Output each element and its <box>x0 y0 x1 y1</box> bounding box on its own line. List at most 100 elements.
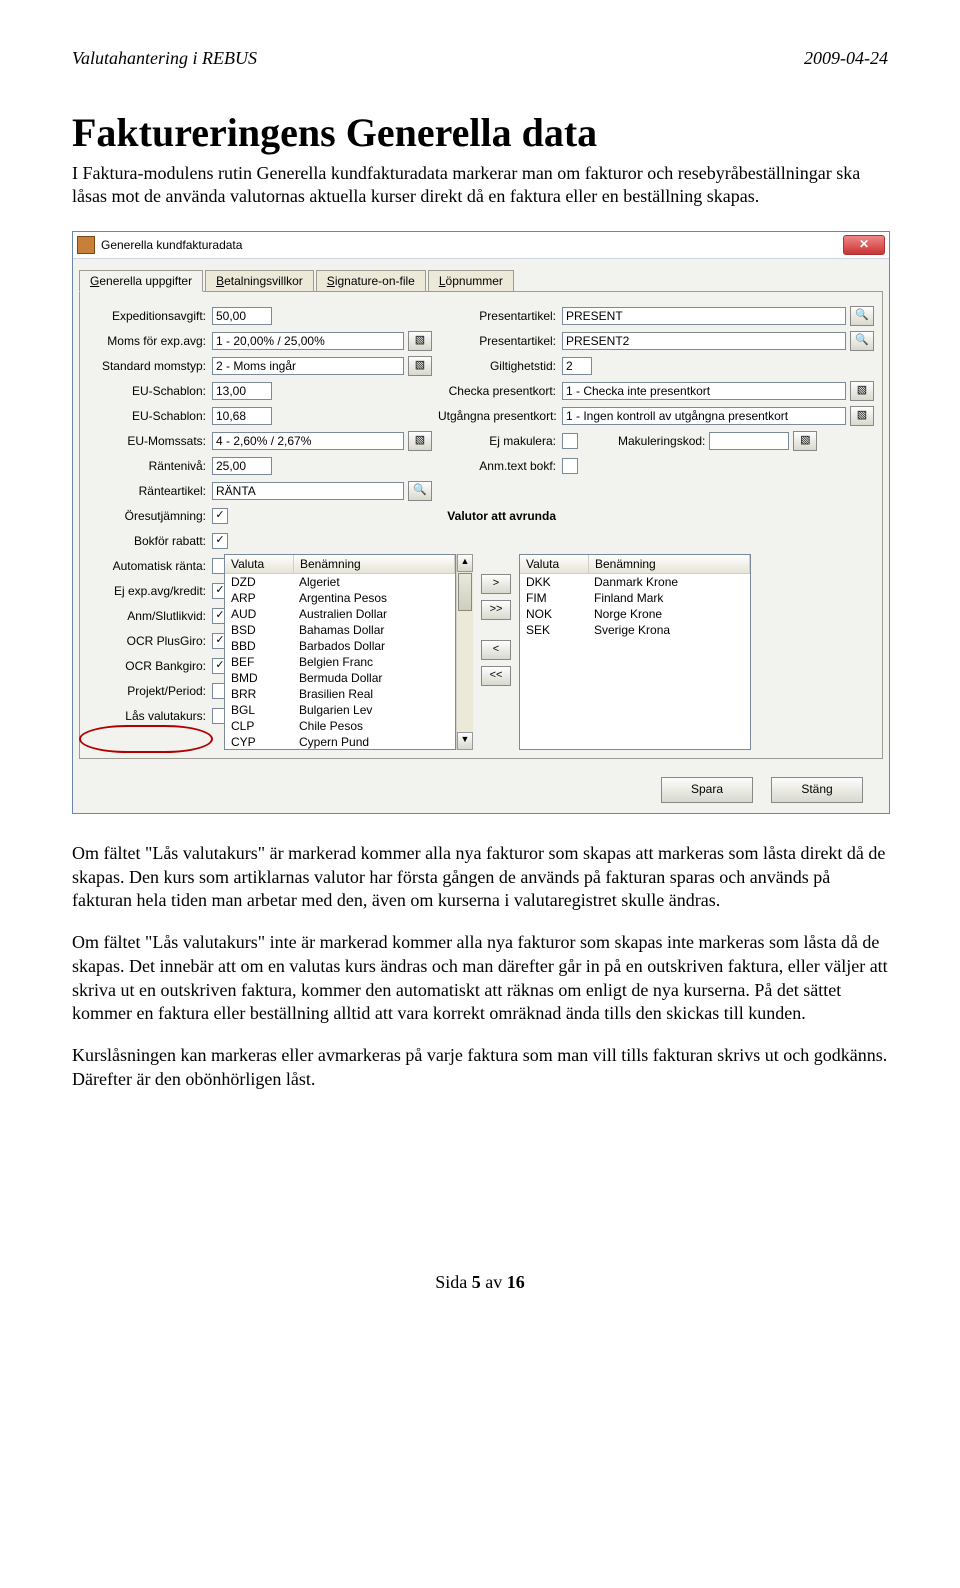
lbl-eu-momssats: EU-Momssats: <box>88 431 206 451</box>
expeditionsavgift-field[interactable] <box>212 307 272 325</box>
lbl-eu-schablon-2: EU-Schablon: <box>88 406 206 426</box>
tab-signature[interactable]: Signature-on-file <box>316 270 426 292</box>
dropdown-icon[interactable]: ▧ <box>850 406 874 426</box>
list-item[interactable]: BRRBrasilien Real <box>225 686 455 702</box>
lbl-makuleringskod: Makuleringskod: <box>618 434 705 448</box>
eu-schablon-2-field[interactable] <box>212 407 272 425</box>
presentartikel-2-field[interactable] <box>562 332 846 350</box>
search-icon[interactable]: 🔍 <box>408 481 432 501</box>
app-icon <box>77 236 95 254</box>
move-all-left-button[interactable]: << <box>481 666 511 686</box>
dropdown-icon[interactable]: ▧ <box>408 356 432 376</box>
move-all-right-button[interactable]: >> <box>481 600 511 620</box>
ranteartikel-field[interactable] <box>212 482 404 500</box>
tab-generella[interactable]: Generella uppgifter <box>79 270 203 292</box>
ej-makulera-checkbox[interactable] <box>562 433 578 449</box>
move-left-button[interactable]: < <box>481 640 511 660</box>
dropdown-icon[interactable]: ▧ <box>408 431 432 451</box>
eu-momssats-field[interactable] <box>212 432 404 450</box>
lbl-utgangna-presentkort: Utgångna presentkort: <box>438 406 556 426</box>
scroll-up-icon[interactable]: ▲ <box>457 554 473 572</box>
anm-text-bokf-checkbox[interactable] <box>562 458 578 474</box>
body-paragraph-1: Om fältet "Lås valutakurs" är markerad k… <box>72 842 888 913</box>
window: Generella kundfakturadata ✕ Generella up… <box>72 231 890 814</box>
close-icon[interactable]: ✕ <box>843 235 885 255</box>
list-item[interactable]: BEFBelgien Franc <box>225 654 455 670</box>
lbl-bokfor-rabatt: Bokför rabatt: <box>88 531 206 551</box>
bokfor-rabatt-checkbox[interactable] <box>212 533 228 549</box>
window-title: Generella kundfakturadata <box>101 238 843 252</box>
lbl-ocr-plusgiro: OCR PlusGiro: <box>88 631 206 651</box>
makuleringskod-field[interactable] <box>709 432 789 450</box>
doc-header-left: Valutahantering i REBUS <box>72 48 257 69</box>
lbl-moms-expavg: Moms för exp.avg: <box>88 331 206 351</box>
presentartikel-1-field[interactable] <box>562 307 846 325</box>
list-item[interactable]: DZDAlgeriet <box>225 574 455 590</box>
lbl-projekt-period: Projekt/Period: <box>88 681 206 701</box>
scroll-thumb[interactable] <box>458 573 472 611</box>
lbl-expeditionsavgift: Expeditionsavgift: <box>88 306 206 326</box>
scroll-down-icon[interactable]: ▼ <box>457 732 473 750</box>
moms-expavg-field[interactable] <box>212 332 404 350</box>
page-title: Faktureringens Generella data <box>72 109 888 156</box>
move-right-button[interactable]: > <box>481 574 511 594</box>
save-button[interactable]: Spara <box>661 777 753 803</box>
list-item[interactable]: AUDAustralien Dollar <box>225 606 455 622</box>
dropdown-icon[interactable]: ▧ <box>408 331 432 351</box>
highlight-circle-icon <box>79 725 213 753</box>
body-paragraph-3: Kurslåsningen kan markeras eller avmarke… <box>72 1044 888 1092</box>
list-item[interactable]: ARPArgentina Pesos <box>225 590 455 606</box>
tab-lopnummer[interactable]: Löpnummer <box>428 270 514 292</box>
tab-betalningsvillkor[interactable]: Betalningsvillkor <box>205 270 314 292</box>
lbl-las-valutakurs: Lås valutakurs: <box>88 706 206 726</box>
standard-momstyp-field[interactable] <box>212 357 404 375</box>
close-button[interactable]: Stäng <box>771 777 863 803</box>
lbl-ranteniva: Räntenivå: <box>88 456 206 476</box>
list-item[interactable]: CYPCypern Pund <box>225 734 455 750</box>
list-item[interactable]: SEKSverige Krona <box>520 622 750 638</box>
dropdown-icon[interactable]: ▧ <box>850 381 874 401</box>
giltighetstid-field[interactable] <box>562 357 592 375</box>
scrollbar[interactable]: ▲ ▼ <box>456 554 473 750</box>
list-item[interactable]: BBDBarbados Dollar <box>225 638 455 654</box>
lbl-presentartikel-1: Presentartikel: <box>438 306 556 326</box>
lbl-eu-schablon-1: EU-Schablon: <box>88 381 206 401</box>
col-benamning: Benämning <box>589 555 750 574</box>
eu-schablon-1-field[interactable] <box>212 382 272 400</box>
ranteniva-field[interactable] <box>212 457 272 475</box>
lbl-ranteartikel: Ränteartikel: <box>88 481 206 501</box>
page-footer: Sida 5 av 16 <box>72 1272 888 1293</box>
lbl-ej-expavg-kredit: Ej exp.avg/kredit: <box>88 581 206 601</box>
list-item[interactable]: NOKNorge Krone <box>520 606 750 622</box>
search-icon[interactable]: 🔍 <box>850 331 874 351</box>
tab-panel: Expeditionsavgift: Moms för exp.avg: Sta… <box>79 291 883 759</box>
list-item[interactable]: BSDBahamas Dollar <box>225 622 455 638</box>
lbl-oresutjamning: Öresutjämning: <box>88 506 206 526</box>
col-valuta: Valuta <box>520 555 589 574</box>
titlebar: Generella kundfakturadata ✕ <box>73 232 889 259</box>
doc-header-right: 2009-04-24 <box>804 48 888 69</box>
lbl-anm-text-bokf: Anm.text bokf: <box>438 456 556 476</box>
lbl-presentartikel-2: Presentartikel: <box>438 331 556 351</box>
checka-presentkort-field[interactable] <box>562 382 846 400</box>
col-benamning: Benämning <box>294 555 455 574</box>
list-item[interactable]: DKKDanmark Krone <box>520 574 750 590</box>
list-item[interactable]: FIMFinland Mark <box>520 590 750 606</box>
search-icon[interactable]: 🔍 <box>850 306 874 326</box>
list-item[interactable]: CLPChile Pesos <box>225 718 455 734</box>
body-paragraph-2: Om fältet "Lås valutakurs" inte är marke… <box>72 931 888 1026</box>
utgangna-presentkort-field[interactable] <box>562 407 846 425</box>
lbl-valutor-att-avrunda: Valutor att avrunda <box>438 506 556 526</box>
list-item[interactable]: BGLBulgarien Lev <box>225 702 455 718</box>
dropdown-icon[interactable]: ▧ <box>793 431 817 451</box>
oresutjamning-checkbox[interactable] <box>212 508 228 524</box>
lbl-standard-momstyp: Standard momstyp: <box>88 356 206 376</box>
col-valuta: Valuta <box>225 555 294 574</box>
lbl-checka-presentkort: Checka presentkort: <box>438 381 556 401</box>
tab-bar: Generella uppgifter Betalningsvillkor Si… <box>73 259 889 291</box>
lbl-automatisk-ranta: Automatisk ränta: <box>88 556 206 576</box>
valuta-selected-list[interactable]: Valuta Benämning DKKDanmark KroneFIMFinl… <box>519 554 751 750</box>
intro-paragraph: I Faktura-modulens rutin Generella kundf… <box>72 162 888 209</box>
list-item[interactable]: BMDBermuda Dollar <box>225 670 455 686</box>
valuta-available-list[interactable]: Valuta Benämning DZDAlgerietARPArgentina… <box>224 554 456 750</box>
